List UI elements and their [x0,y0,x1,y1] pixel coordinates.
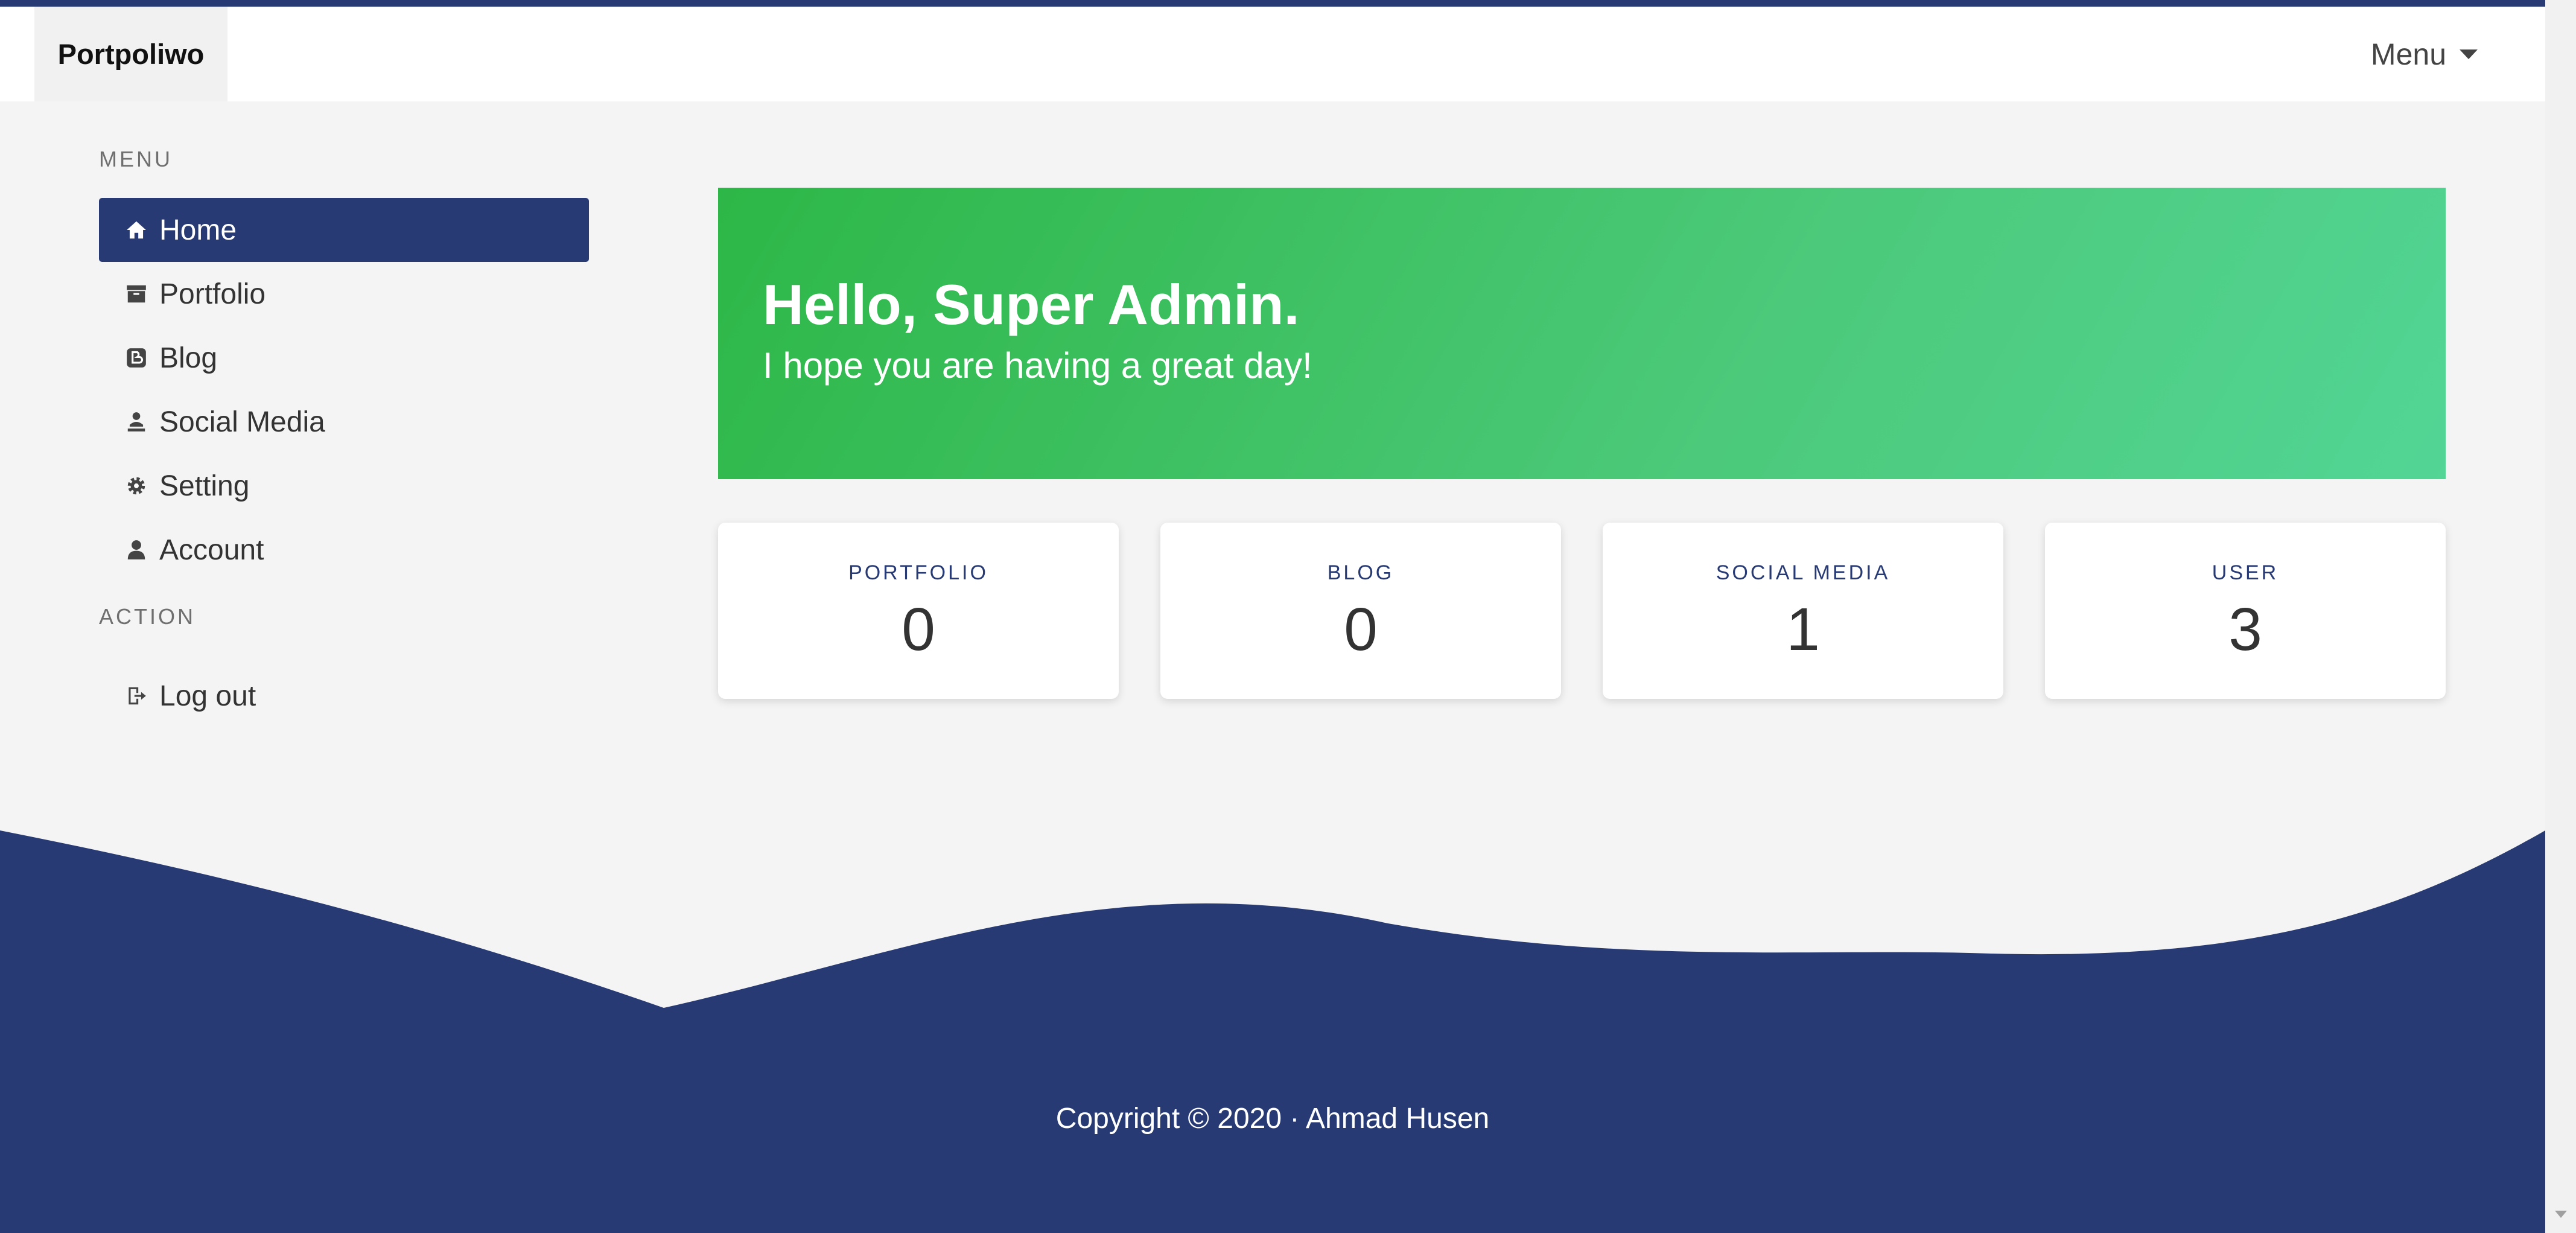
sidebar-item-setting[interactable]: Setting [99,454,589,518]
menu-toggle-label: Menu [2370,37,2446,71]
archive-icon [123,281,150,307]
sidebar-item-label: Blog [159,342,218,374]
sidebar-item-label: Social Media [159,406,325,438]
sidebar-action-list: Log out [99,664,589,728]
blogger-icon [123,345,150,371]
sidebar-action-heading: ACTION [99,604,196,629]
footer-copyright: Copyright © 2020 · Ahmad Husen [1055,1103,1490,1135]
stat-label: PORTFOLIO [848,561,988,584]
people-icon [123,409,150,435]
welcome-banner: Hello, Super Admin. I hope you are havin… [718,188,2446,479]
logout-label: Log out [159,680,256,712]
stat-card-portfolio: PORTFOLIO 0 [718,523,1119,699]
user-icon [123,537,150,563]
welcome-subtitle: I hope you are having a great day! [763,345,1312,386]
menu-dropdown-toggle[interactable]: Menu [2371,7,2478,101]
stat-value: 3 [2228,596,2262,663]
sidebar-menu-list: Home Portfolio Blog Social Media Setting… [99,198,589,582]
stat-value: 0 [902,596,935,663]
page: Portpoliwo Menu MENU Home Portfolio Blog… [0,0,2545,1233]
sidebar-item-account[interactable]: Account [99,518,589,582]
sidebar-item-social-media[interactable]: Social Media [99,390,589,454]
logout-button[interactable]: Log out [99,664,589,728]
sidebar-item-label: Setting [159,470,250,502]
gear-icon [123,473,150,499]
vertical-scrollbar[interactable] [2545,0,2576,1233]
sidebar-item-portfolio[interactable]: Portfolio [99,262,589,326]
footer-wave [0,830,2545,1233]
sidebar-item-home[interactable]: Home [99,198,589,262]
stats-cards: PORTFOLIO 0 BLOG 0 SOCIAL MEDIA 1 USER 3 [718,523,2446,699]
stat-value: 1 [1786,596,1820,663]
caret-down-icon [2460,49,2478,59]
sidebar-menu-heading: MENU [99,147,173,171]
sidebar-item-blog[interactable]: Blog [99,326,589,390]
sidebar-item-label: Portfolio [159,278,266,310]
stat-label: SOCIAL MEDIA [1716,561,1891,584]
scroll-down-arrow-icon[interactable] [2555,1211,2567,1218]
home-icon [123,217,150,243]
stat-value: 0 [1344,596,1378,663]
welcome-title: Hello, Super Admin. [763,273,1300,336]
sidebar-item-label: Account [159,534,264,566]
navbar: Portpoliwo Menu [0,7,2545,101]
stat-card-social-media: SOCIAL MEDIA 1 [1603,523,2003,699]
stat-card-user: USER 3 [2045,523,2446,699]
logout-icon [123,683,150,709]
stat-label: USER [2212,561,2279,584]
brand-link[interactable]: Portpoliwo [34,7,227,101]
sidebar-item-label: Home [159,214,237,246]
stat-label: BLOG [1327,561,1395,584]
sidebar: MENU Home Portfolio Blog Social Media Se… [99,145,589,728]
stat-card-blog: BLOG 0 [1160,523,1561,699]
top-accent-bar [0,0,2545,7]
